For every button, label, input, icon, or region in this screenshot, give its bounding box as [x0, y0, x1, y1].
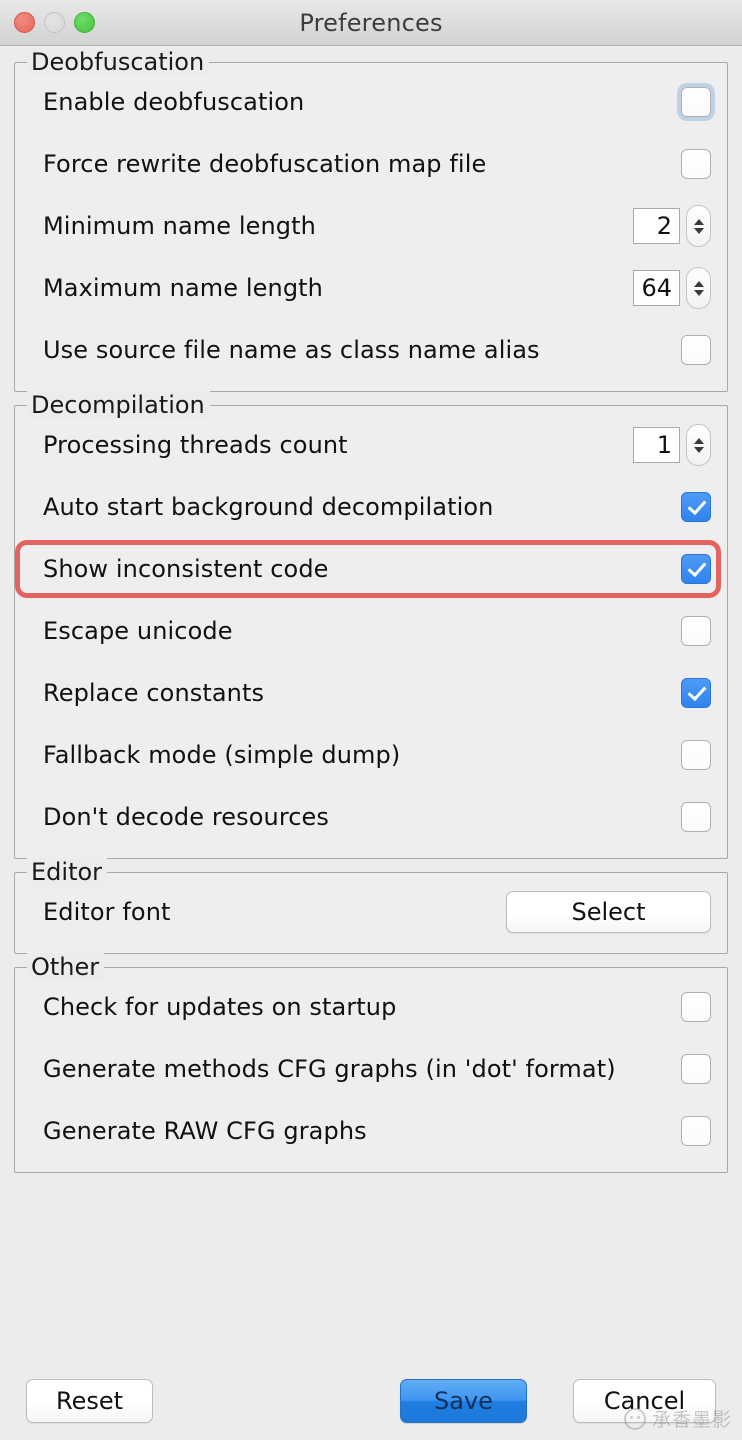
- control-enable-deobfuscation: [681, 87, 711, 117]
- checkbox-check-updates[interactable]: [681, 992, 711, 1022]
- row-editor-font: Editor font Select: [27, 881, 715, 943]
- control-escape-unicode: [681, 616, 711, 646]
- close-window-icon[interactable]: [14, 12, 35, 33]
- spinner-buttons-max-name-length[interactable]: [686, 267, 711, 309]
- control-replace-constants: [681, 678, 711, 708]
- cancel-button[interactable]: Cancel: [573, 1379, 716, 1423]
- label-check-updates: Check for updates on startup: [43, 993, 397, 1021]
- row-enable-deobfuscation[interactable]: Enable deobfuscation: [27, 71, 715, 133]
- control-editor-font: Select: [506, 891, 711, 933]
- checkbox-replace-constants[interactable]: [681, 678, 711, 708]
- checkbox-generate-raw-cfg[interactable]: [681, 1116, 711, 1146]
- row-source-file-alias[interactable]: Use source file name as class name alias: [27, 319, 715, 381]
- label-show-inconsistent-code: Show inconsistent code: [43, 555, 329, 583]
- label-editor-font: Editor font: [43, 898, 171, 926]
- control-max-name-length: 64: [633, 267, 711, 309]
- control-source-file-alias: [681, 335, 711, 365]
- checkbox-auto-start-background[interactable]: [681, 492, 711, 522]
- spinner-value-max-name-length[interactable]: 64: [633, 270, 680, 306]
- label-max-name-length: Maximum name length: [43, 274, 323, 302]
- spinner-value-threads-count[interactable]: 1: [633, 427, 680, 463]
- spinner-max-name-length[interactable]: 64: [633, 267, 711, 309]
- label-fallback-mode: Fallback mode (simple dump): [43, 741, 401, 769]
- checkbox-dont-decode-resources[interactable]: [681, 802, 711, 832]
- footer-primary-actions: Save Cancel: [400, 1379, 716, 1423]
- control-generate-raw-cfg: [681, 1116, 711, 1146]
- spinner-buttons-min-name-length[interactable]: [686, 205, 711, 247]
- label-min-name-length: Minimum name length: [43, 212, 316, 240]
- checkbox-force-rewrite-map[interactable]: [681, 149, 711, 179]
- row-dont-decode-resources[interactable]: Don't decode resources: [27, 786, 715, 848]
- control-show-inconsistent-code: [681, 554, 711, 584]
- save-button[interactable]: Save: [400, 1379, 527, 1423]
- checkbox-show-inconsistent-code[interactable]: [681, 554, 711, 584]
- preferences-window: Preferences Deobfuscation Enable deobfus…: [0, 0, 742, 1440]
- group-title-deobfuscation: Deobfuscation: [27, 48, 210, 76]
- label-threads-count: Processing threads count: [43, 431, 348, 459]
- spinner-buttons-threads-count[interactable]: [686, 424, 711, 466]
- control-dont-decode-resources: [681, 802, 711, 832]
- group-editor: Editor Editor font Select: [14, 858, 728, 954]
- window-title: Preferences: [299, 8, 443, 37]
- chevron-up-icon[interactable]: [693, 280, 704, 287]
- label-source-file-alias: Use source file name as class name alias: [43, 336, 540, 364]
- checkbox-fallback-mode[interactable]: [681, 740, 711, 770]
- row-fallback-mode[interactable]: Fallback mode (simple dump): [27, 724, 715, 786]
- chevron-down-icon[interactable]: [693, 289, 704, 296]
- row-check-updates[interactable]: Check for updates on startup: [27, 976, 715, 1038]
- row-min-name-length: Minimum name length 2: [27, 195, 715, 257]
- chevron-up-icon[interactable]: [693, 437, 704, 444]
- select-font-button[interactable]: Select: [506, 891, 711, 933]
- control-min-name-length: 2: [633, 205, 711, 247]
- control-check-updates: [681, 992, 711, 1022]
- group-deobfuscation: Deobfuscation Enable deobfuscation Force…: [14, 48, 728, 392]
- chevron-down-icon[interactable]: [693, 227, 704, 234]
- checkbox-source-file-alias[interactable]: [681, 335, 711, 365]
- label-escape-unicode: Escape unicode: [43, 617, 233, 645]
- row-show-inconsistent-code[interactable]: Show inconsistent code: [15, 538, 721, 600]
- spinner-threads-count[interactable]: 1: [633, 424, 711, 466]
- group-other: Other Check for updates on startup Gener…: [14, 953, 728, 1173]
- chevron-up-icon[interactable]: [693, 218, 704, 225]
- spinner-value-min-name-length[interactable]: 2: [633, 208, 680, 244]
- spinner-min-name-length[interactable]: 2: [633, 205, 711, 247]
- group-title-other: Other: [27, 953, 105, 981]
- group-decompilation: Decompilation Processing threads count 1…: [14, 391, 728, 859]
- titlebar: Preferences: [0, 0, 742, 46]
- control-fallback-mode: [681, 740, 711, 770]
- label-dont-decode-resources: Don't decode resources: [43, 803, 330, 831]
- checkbox-escape-unicode[interactable]: [681, 616, 711, 646]
- preferences-content: Deobfuscation Enable deobfuscation Force…: [0, 46, 742, 1362]
- dialog-footer: Reset Save Cancel: [0, 1362, 742, 1440]
- row-replace-constants[interactable]: Replace constants: [27, 662, 715, 724]
- reset-button[interactable]: Reset: [26, 1379, 153, 1423]
- row-escape-unicode[interactable]: Escape unicode: [27, 600, 715, 662]
- label-generate-raw-cfg: Generate RAW CFG graphs: [43, 1117, 367, 1145]
- maximize-window-icon[interactable]: [74, 12, 95, 33]
- label-force-rewrite-map: Force rewrite deobfuscation map file: [43, 150, 487, 178]
- label-generate-cfg-dot: Generate methods CFG graphs (in 'dot' fo…: [43, 1055, 616, 1083]
- row-generate-raw-cfg[interactable]: Generate RAW CFG graphs: [27, 1100, 715, 1162]
- minimize-window-icon[interactable]: [44, 12, 65, 33]
- row-force-rewrite-map[interactable]: Force rewrite deobfuscation map file: [27, 133, 715, 195]
- checkbox-generate-cfg-dot[interactable]: [681, 1054, 711, 1084]
- control-force-rewrite-map: [681, 149, 711, 179]
- label-enable-deobfuscation: Enable deobfuscation: [43, 88, 305, 116]
- traffic-light-buttons: [14, 12, 95, 33]
- control-generate-cfg-dot: [681, 1054, 711, 1084]
- row-generate-cfg-dot[interactable]: Generate methods CFG graphs (in 'dot' fo…: [27, 1038, 715, 1100]
- checkbox-enable-deobfuscation[interactable]: [681, 87, 711, 117]
- row-max-name-length: Maximum name length 64: [27, 257, 715, 319]
- group-title-editor: Editor: [27, 858, 108, 886]
- control-auto-start-background: [681, 492, 711, 522]
- group-title-decompilation: Decompilation: [27, 391, 210, 419]
- row-threads-count: Processing threads count 1: [27, 414, 715, 476]
- control-threads-count: 1: [633, 424, 711, 466]
- chevron-down-icon[interactable]: [693, 446, 704, 453]
- label-auto-start-background: Auto start background decompilation: [43, 493, 494, 521]
- row-auto-start-background[interactable]: Auto start background decompilation: [27, 476, 715, 538]
- label-replace-constants: Replace constants: [43, 679, 265, 707]
